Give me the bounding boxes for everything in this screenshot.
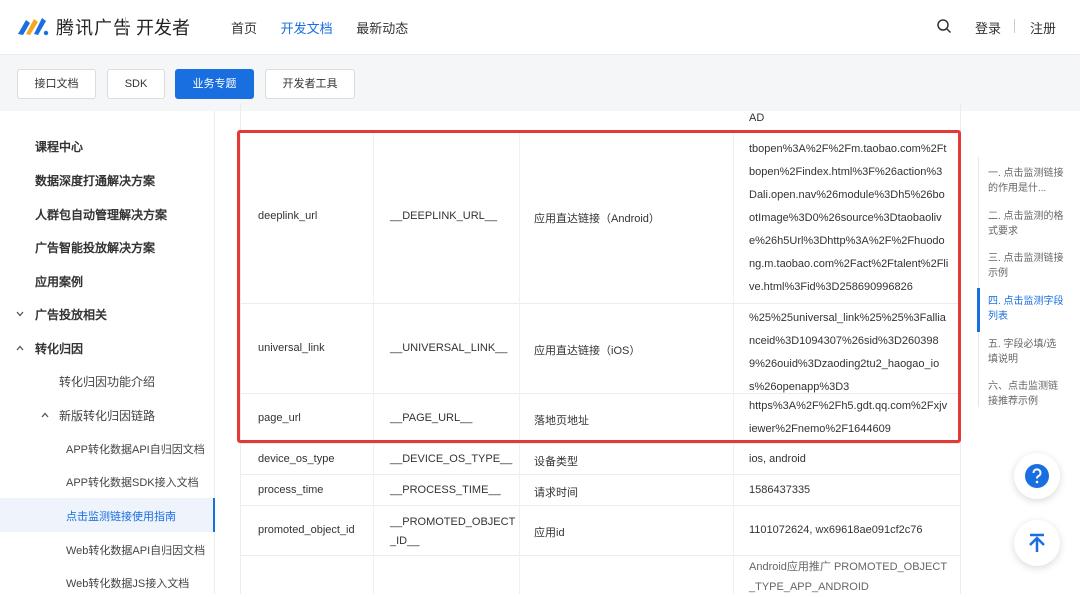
sidebar-item-data-solution[interactable]: 数据深度打通解决方案 [35, 172, 155, 189]
back-to-top-button[interactable] [1014, 520, 1060, 566]
toc-item-2[interactable]: 二. 点击监测的格式要求 [988, 209, 1066, 239]
table-cell-desc: 设备类型 [534, 456, 578, 468]
search-icon[interactable] [936, 18, 952, 34]
sidebar-item-attribution[interactable]: 转化归因 [35, 340, 83, 357]
table-cell-macro: __PROCESS_TIME__ [390, 484, 501, 496]
table-cell-desc: 请求时间 [534, 487, 578, 499]
sidebar-subitem-attribution-intro[interactable]: 转化归因功能介绍 [59, 373, 155, 390]
chevron-down-icon[interactable] [15, 309, 25, 319]
brand-name[interactable]: 腾讯广告 [56, 14, 132, 40]
tab-dev-tools[interactable]: 开发者工具 [265, 69, 355, 99]
toc-item-1[interactable]: 一. 点击监测链接的作用是什... [988, 166, 1066, 196]
table-cell-field: process_time [258, 484, 324, 496]
tab-business-topics[interactable]: 业务专题 [175, 69, 254, 99]
tencent-ads-logo-icon[interactable] [16, 14, 50, 38]
table-row: process_time __PROCESS_TIME__ 请求时间 15864… [240, 474, 960, 506]
table-cell-example: ios, android [749, 453, 806, 465]
top-header: 腾讯广告 开发者 首页 开发文档 最新动态 登录 注册 [0, 0, 1080, 55]
toc-item-5[interactable]: 五. 字段必填/选填说明 [988, 337, 1066, 367]
table-row: device_os_type __DEVICE_OS_TYPE__ 设备类型 i… [240, 443, 960, 475]
tab-api-docs[interactable]: 接口文档 [17, 69, 96, 99]
toc-item-3[interactable]: 三. 点击监测链接示例 [988, 251, 1066, 281]
table-cell-example: 1101072624, wx69618ae091cf2c76 [749, 524, 923, 536]
register-link[interactable]: 注册 [1030, 18, 1056, 37]
sidebar: 课程中心 数据深度打通解决方案 人群包自动管理解决方案 广告智能投放解决方案 应… [0, 111, 215, 594]
table-of-contents: 一. 点击监测链接的作用是什... 二. 点击监测的格式要求 三. 点击监测链接… [977, 157, 1069, 409]
nav-dev-docs[interactable]: 开发文档 [281, 21, 333, 36]
arrow-up-icon [1029, 533, 1045, 552]
table-row: AD [240, 103, 960, 131]
highlight-box [237, 130, 961, 443]
login-link[interactable]: 登录 [975, 18, 1001, 37]
header-divider [1014, 19, 1015, 33]
table-row: Android应用推广 PROMOTED_OBJECT_TYPE_APP_AND… [240, 555, 960, 594]
main-nav: 首页 开发文档 最新动态 [231, 18, 428, 37]
sidebar-leaf-web-api[interactable]: Web转化数据API自归因文档 [66, 542, 205, 558]
sidebar-item-smart-ads-solution[interactable]: 广告智能投放解决方案 [35, 239, 155, 256]
table-cell-field: device_os_type [258, 453, 335, 465]
table-cell-desc: 应用id [534, 527, 565, 539]
sidebar-leaf-app-api[interactable]: APP转化数据API自归因文档 [66, 441, 205, 457]
table-cell-example: AD [749, 112, 765, 124]
nav-latest-news[interactable]: 最新动态 [356, 21, 408, 36]
question-icon [1025, 464, 1049, 488]
brand-divider [125, 17, 126, 35]
toc-item-4[interactable]: 四. 点击监测字段列表 [988, 294, 1066, 324]
sidebar-item-audience-solution[interactable]: 人群包自动管理解决方案 [35, 206, 167, 223]
sidebar-item-courses[interactable]: 课程中心 [35, 138, 83, 155]
sidebar-leaf-web-js[interactable]: Web转化数据JS接入文档 [66, 575, 189, 591]
help-button[interactable] [1014, 453, 1060, 499]
table-cell-example: Android应用推广 PROMOTED_OBJECT_TYPE_APP_AND… [749, 561, 948, 593]
table-cell-field: promoted_object_id [258, 524, 355, 536]
toc-item-6[interactable]: 六、点击监测链接推荐示例 [988, 379, 1066, 409]
sidebar-item-cases[interactable]: 应用案例 [35, 273, 83, 290]
chevron-up-icon[interactable] [40, 410, 50, 420]
toc-active-indicator [977, 288, 980, 332]
sidebar-leaf-app-sdk[interactable]: APP转化数据SDK接入文档 [66, 474, 199, 490]
table-row: promoted_object_id __PROMOTED_OBJECT_ID_… [240, 505, 960, 556]
sidebar-leaf-click-monitor[interactable]: 点击监测链接使用指南 [66, 508, 176, 524]
table-cell-macro: __DEVICE_OS_TYPE__ [390, 453, 513, 465]
table-cell-example: 1586437335 [749, 484, 811, 496]
sidebar-item-ad-delivery[interactable]: 广告投放相关 [35, 306, 107, 323]
table-cell-macro: __PROMOTED_OBJECT_ID__ [390, 516, 516, 547]
chevron-up-icon[interactable] [15, 343, 25, 353]
sidebar-subitem-new-attribution[interactable]: 新版转化归因链路 [59, 407, 155, 424]
brand-subtitle: 开发者 [136, 18, 190, 38]
tab-sdk[interactable]: SDK [107, 69, 165, 99]
nav-home[interactable]: 首页 [231, 21, 257, 36]
